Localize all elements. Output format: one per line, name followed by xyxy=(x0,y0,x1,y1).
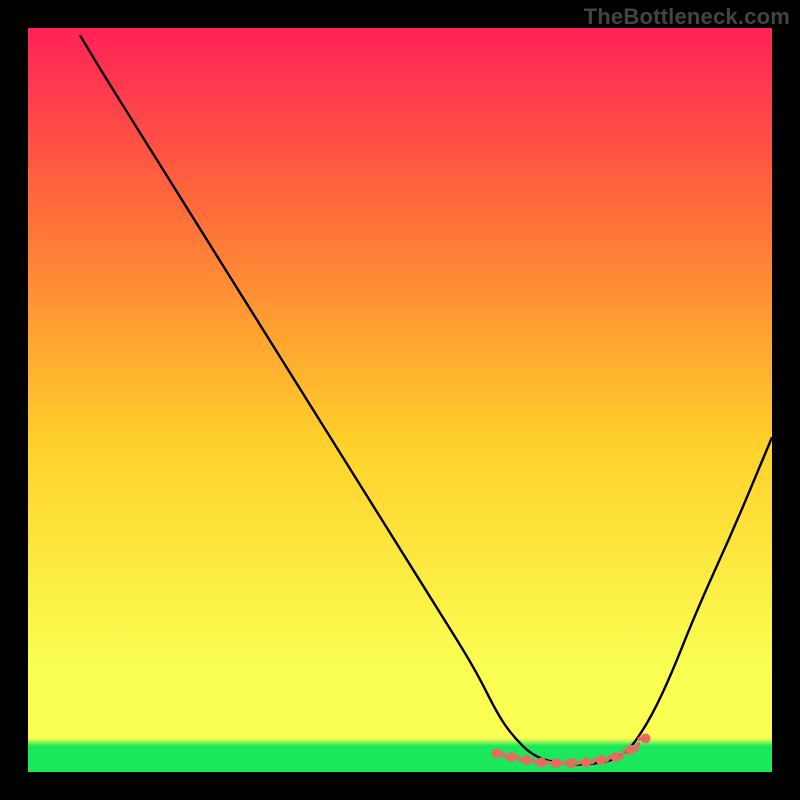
marker-dot xyxy=(566,758,576,768)
marker-dash xyxy=(607,757,610,760)
chart-container: TheBottleneck.com xyxy=(0,0,800,800)
marker-dash xyxy=(577,762,580,763)
marker-dash xyxy=(532,760,535,762)
marker-dot xyxy=(492,748,502,758)
plot-area xyxy=(28,28,772,772)
marker-dot xyxy=(521,755,531,765)
marker-dot xyxy=(626,745,636,755)
marker-dash xyxy=(503,753,506,757)
attribution-text: TheBottleneck.com xyxy=(584,4,790,30)
marker-dot xyxy=(507,752,517,762)
marker-dash xyxy=(547,762,550,763)
chart-background xyxy=(28,28,772,772)
marker-dash xyxy=(592,760,595,762)
marker-dash xyxy=(518,757,521,760)
marker-dash xyxy=(622,750,625,757)
marker-dot xyxy=(641,734,651,744)
marker-dot xyxy=(611,752,621,762)
marker-dot xyxy=(551,758,561,768)
chart-svg xyxy=(28,28,772,772)
marker-dot xyxy=(596,755,606,765)
marker-dot xyxy=(536,757,546,767)
marker-dot xyxy=(581,757,591,767)
